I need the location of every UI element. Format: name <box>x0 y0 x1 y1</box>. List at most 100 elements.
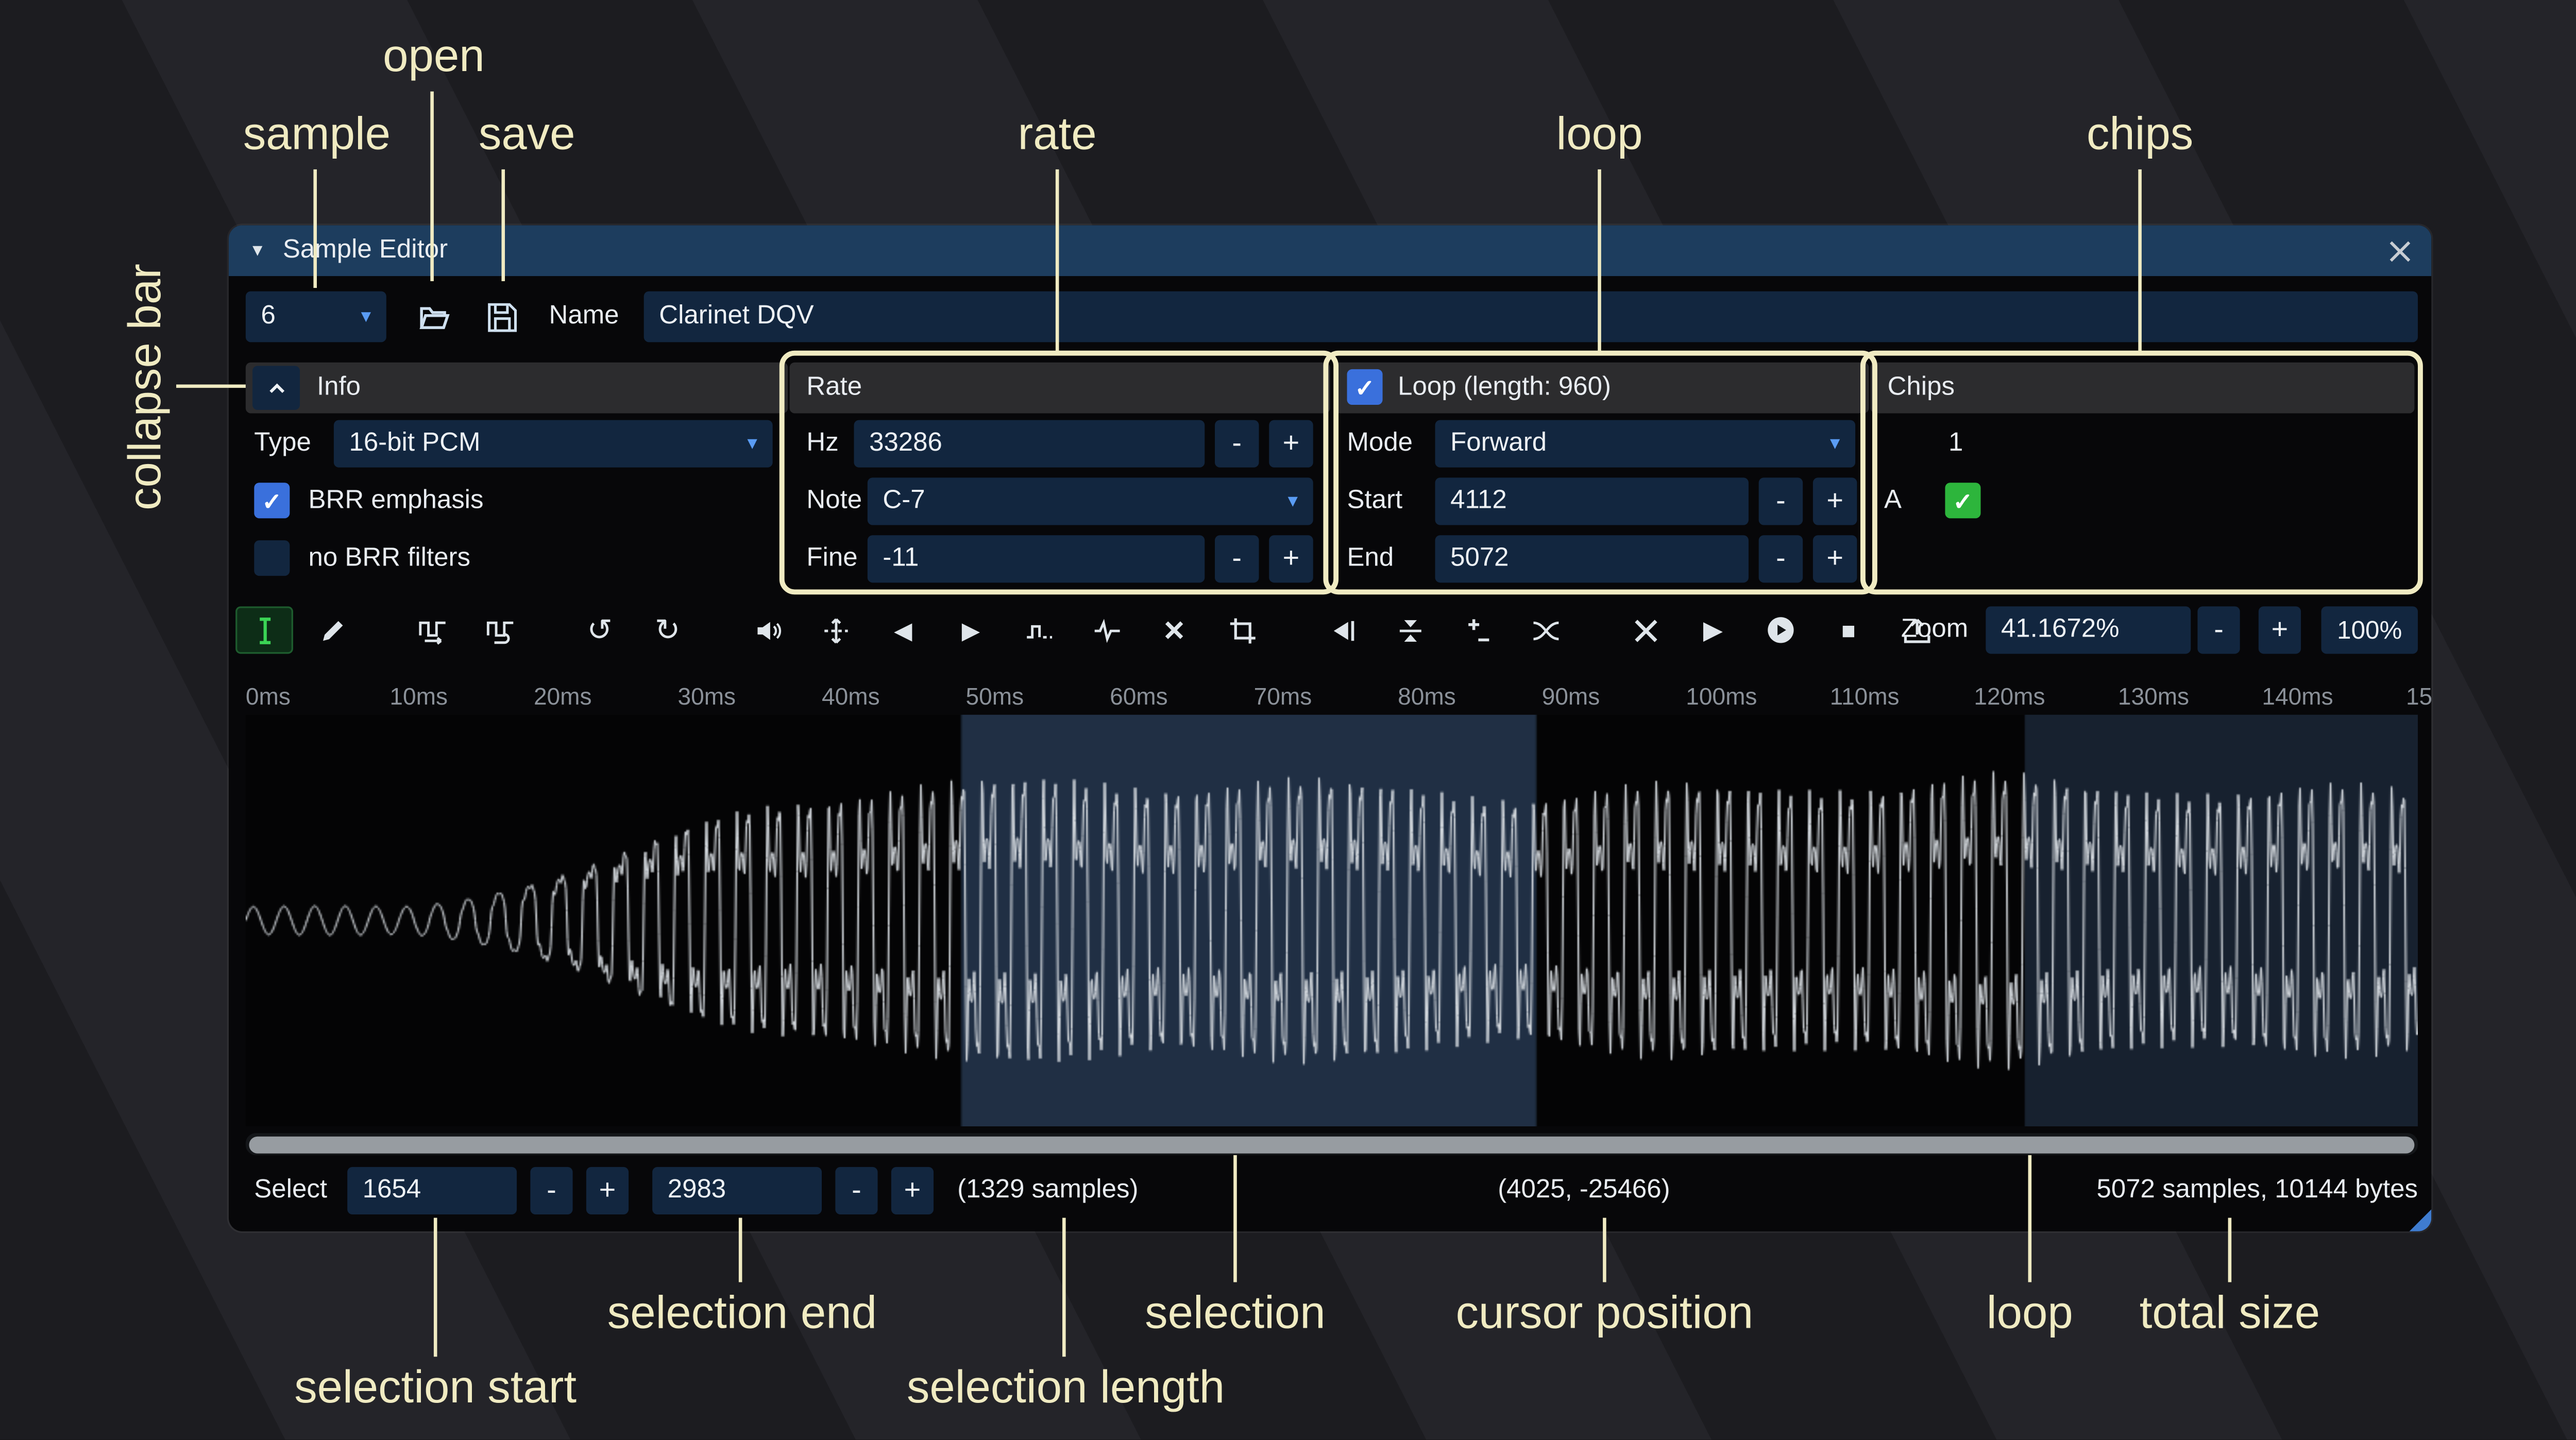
edit-mode-draw-button[interactable] <box>303 606 361 654</box>
check-icon: ✓ <box>1953 489 1973 512</box>
close-button[interactable] <box>2389 239 2411 262</box>
selection-start-minus-button[interactable]: - <box>530 1167 572 1214</box>
loop-header-bar: ✓ Loop (length: 960) <box>1333 363 1869 414</box>
note-select-value: C-7 <box>883 486 925 517</box>
annotation-save: save <box>358 108 697 161</box>
loop-start-input[interactable]: 4112 <box>1435 477 1749 525</box>
fine-plus-button[interactable]: + <box>1269 535 1313 582</box>
selection-start-input[interactable]: 1654 <box>347 1167 517 1214</box>
fade-out-button[interactable]: ▶ <box>942 606 1000 654</box>
pencil-icon <box>318 615 347 644</box>
hz-input[interactable]: 33286 <box>854 420 1205 468</box>
open-sample-button[interactable] <box>409 292 461 342</box>
waveform-scrollbar[interactable] <box>246 1133 2418 1155</box>
type-select[interactable]: 16-bit PCM ▼ <box>334 420 773 468</box>
resample-button[interactable] <box>471 606 529 654</box>
ibeam-icon <box>250 615 279 644</box>
no-brr-filters-checkbox[interactable] <box>254 540 290 576</box>
resize-button[interactable] <box>403 606 461 654</box>
annotation-chips: chips <box>1971 108 2310 161</box>
undo-button[interactable]: ↺ <box>571 606 629 654</box>
filter-icon <box>1631 615 1659 644</box>
collapse-bar-button[interactable] <box>252 366 300 410</box>
delete-button[interactable]: × <box>1145 606 1203 654</box>
chip-row-label: A <box>1884 477 1902 525</box>
insert-silence-button[interactable] <box>1010 606 1067 654</box>
loop-start-plus-button[interactable]: + <box>1813 477 1857 525</box>
play-circle-icon <box>1766 615 1796 645</box>
check-icon: ✓ <box>262 489 282 512</box>
crossfade-button[interactable] <box>1516 606 1574 654</box>
rate-header-bar: Rate <box>790 363 1330 414</box>
redo-button[interactable]: ↻ <box>639 606 697 654</box>
note-select[interactable]: C-7 ▼ <box>868 477 1313 525</box>
loop-end-label: End <box>1347 535 1394 582</box>
resize-grip[interactable] <box>2410 1209 2432 1231</box>
brr-emphasis-checkbox[interactable]: ✓ <box>254 483 290 518</box>
selection-start-plus-button[interactable]: + <box>586 1167 629 1214</box>
timeline-label: 100ms <box>1686 677 1757 714</box>
sample-editor-window: ▼ Sample Editor 6 ▼ Name Clarinet DQV <box>229 225 2431 1231</box>
window-collapse-icon[interactable]: ▼ <box>249 242 266 260</box>
loop-end-minus-button[interactable]: - <box>1759 535 1803 582</box>
hz-plus-button[interactable]: + <box>1269 420 1313 468</box>
preview-in-song-button[interactable] <box>1752 606 1810 654</box>
fine-label: Fine <box>806 535 857 582</box>
sample-select[interactable]: 6 ▼ <box>246 292 386 342</box>
loop-start-minus-button[interactable]: - <box>1759 477 1803 525</box>
fine-minus-button[interactable]: - <box>1215 535 1259 582</box>
annotation-collapse-bar: collapse bar <box>120 243 172 531</box>
timeline-label: 10ms <box>389 677 448 714</box>
zoom-in-button[interactable]: + <box>2259 606 2301 654</box>
stop-preview-button[interactable]: ■ <box>1820 606 1877 654</box>
fine-input[interactable]: -11 <box>868 535 1205 582</box>
annotation-open: open <box>264 30 603 83</box>
timeline-ruler: 0ms10ms20ms30ms40ms50ms60ms70ms80ms90ms1… <box>229 677 2431 714</box>
titlebar[interactable]: ▼ Sample Editor <box>229 225 2431 276</box>
timeline-label: 0ms <box>246 677 291 714</box>
loop-end-input[interactable]: 5072 <box>1435 535 1749 582</box>
chip-a-checkbox[interactable]: ✓ <box>1945 483 1980 518</box>
timeline-label: 150ms <box>2406 677 2431 714</box>
hz-minus-button[interactable]: - <box>1215 420 1259 468</box>
reverse-button[interactable] <box>1313 606 1371 654</box>
apply-silence-button[interactable] <box>1078 606 1136 654</box>
annotation-line-selection-start <box>434 1218 437 1357</box>
invert-button[interactable] <box>1381 606 1438 654</box>
resize-icon <box>418 615 447 644</box>
selection-end-plus-button[interactable]: + <box>891 1167 934 1214</box>
type-select-value: 16-bit PCM <box>349 428 480 459</box>
save-sample-button[interactable] <box>476 292 529 342</box>
sign-invert-button[interactable] <box>1449 606 1506 654</box>
normalize-button[interactable] <box>806 606 864 654</box>
loop-enable-checkbox[interactable]: ✓ <box>1347 369 1383 405</box>
zoom-reset-button[interactable]: 100% <box>2321 606 2418 654</box>
name-label: Name <box>549 293 619 340</box>
chevron-down-icon: ▼ <box>1273 492 1313 510</box>
info-header: Info <box>317 363 361 414</box>
fine-value: -11 <box>883 544 919 574</box>
scrollbar-thumb[interactable] <box>249 1136 2414 1153</box>
zoom-out-button[interactable]: - <box>2197 606 2240 654</box>
apply-filter-button[interactable] <box>1616 606 1674 654</box>
waveform-editor[interactable] <box>246 715 2418 1126</box>
annotation-sample: sample <box>147 108 486 161</box>
sample-select-value: 6 <box>261 301 275 332</box>
timeline-label: 90ms <box>1542 677 1600 714</box>
loop-end-plus-button[interactable]: + <box>1813 535 1857 582</box>
sample-name-input[interactable]: Clarinet DQV <box>644 292 2418 342</box>
zoom-input[interactable]: 41.1672% <box>1986 606 2191 654</box>
insert-silence-icon <box>1024 615 1053 644</box>
loop-mode-value: Forward <box>1450 428 1547 459</box>
selection-end-input[interactable]: 2983 <box>652 1167 822 1214</box>
loop-mode-select[interactable]: Forward ▼ <box>1435 420 1856 468</box>
selection-end-value: 2983 <box>668 1175 726 1206</box>
info-header-bar: Info <box>246 363 788 414</box>
selection-end-minus-button[interactable]: - <box>835 1167 877 1214</box>
preview-sample-button[interactable]: ▶ <box>1684 606 1742 654</box>
trim-button[interactable] <box>1213 606 1271 654</box>
edit-mode-select-button[interactable] <box>235 606 293 654</box>
fade-in-button[interactable]: ◀ <box>874 606 932 654</box>
loop-end-value: 5072 <box>1450 544 1509 574</box>
amplify-button[interactable] <box>739 606 796 654</box>
